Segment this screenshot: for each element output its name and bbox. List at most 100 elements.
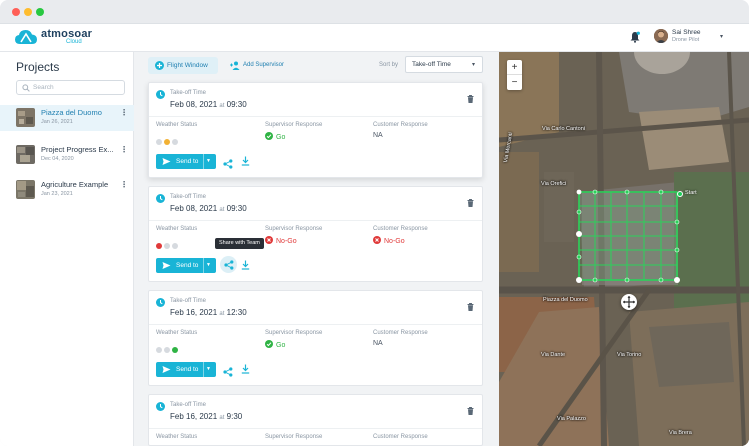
send-to-dropdown-icon[interactable]: ▼	[206, 158, 211, 164]
takeoff-datetime: Feb 16, 2021 at 12:30	[170, 308, 247, 317]
takeoff-date: Feb 16, 2021	[170, 308, 218, 317]
project-name: Agriculture Example	[41, 180, 109, 189]
customer-response: NA	[373, 340, 383, 347]
plus-circle-icon	[155, 61, 164, 70]
close-window-button[interactable]	[12, 8, 20, 16]
flight-list-panel: Flight Window Add Supervisor Sort by Tak…	[134, 52, 499, 446]
download-icon[interactable]	[241, 364, 250, 374]
project-item-piazza-del-duomo[interactable]: Piazza del Duomo Jan 26, 2021 ⋮	[0, 105, 134, 131]
delete-trash-icon[interactable]	[467, 407, 474, 415]
map-zoom-control: + −	[507, 60, 522, 90]
project-thumbnail	[16, 145, 35, 164]
supervisor-response: No-Go	[265, 236, 297, 245]
supervisor-response-value: No-Go	[276, 238, 297, 245]
weather-status-label: Weather Status	[156, 330, 198, 336]
search-icon	[22, 84, 30, 92]
takeoff-time: 12:30	[226, 308, 247, 317]
supervisor-response-value: Go	[276, 342, 286, 349]
avatar-image-icon	[654, 29, 668, 43]
window-titlebar	[0, 0, 749, 24]
project-date: Jan 23, 2021	[41, 191, 73, 197]
send-to-button[interactable]: Send to ▼	[156, 362, 216, 377]
takeoff-time-label: Take-off Time	[170, 402, 206, 408]
project-item-progress-example[interactable]: Project Progress Ex... Dec 04, 2020 ⋮	[0, 142, 134, 168]
flight-card: Take-off Time Feb 08, 2021 at 09:30 Weat…	[148, 186, 483, 282]
project-more-icon[interactable]: ⋮	[120, 108, 128, 117]
check-circle-icon	[265, 132, 273, 140]
search-placeholder: Search	[33, 84, 54, 91]
flight-window-label: Flight Window	[167, 62, 208, 69]
user-menu-caret-icon[interactable]: ▾	[720, 33, 723, 40]
clock-icon	[156, 90, 165, 99]
send-to-label: Send to	[176, 158, 199, 165]
satellite-imagery	[499, 52, 749, 446]
x-circle-icon	[265, 236, 273, 244]
takeoff-time: 09:30	[226, 100, 247, 109]
project-search-input[interactable]: Search	[16, 80, 125, 95]
delete-trash-icon[interactable]	[467, 95, 474, 103]
weather-light	[156, 243, 162, 249]
projects-sidebar: Projects Search Piazza del Duomo Jan 26,…	[0, 52, 134, 446]
minimize-window-button[interactable]	[24, 8, 32, 16]
weather-status-label: Weather Status	[156, 122, 198, 128]
send-to-button[interactable]: Send to ▼	[156, 154, 216, 169]
project-more-icon[interactable]: ⋮	[120, 180, 128, 189]
card-divider	[149, 116, 482, 117]
share-button[interactable]	[220, 256, 237, 273]
zoom-in-button[interactable]: +	[507, 60, 522, 75]
takeoff-time-label: Take-off Time	[170, 298, 206, 304]
takeoff-time: 9:30	[226, 412, 243, 421]
supervisor-response-label: Supervisor Response	[265, 122, 323, 128]
top-app-bar: atmosoar Cloud Sai Shree Drone Pilot ▾	[0, 24, 749, 52]
customer-response-value: NA	[373, 340, 383, 347]
send-plane-icon	[162, 366, 171, 373]
takeoff-time-label: Take-off Time	[170, 194, 206, 200]
weather-light	[156, 139, 162, 145]
maximize-window-button[interactable]	[36, 8, 44, 16]
customer-response-value: NA	[373, 132, 383, 139]
share-button[interactable]	[223, 364, 233, 377]
sort-by-select[interactable]: Take-off Time ▾	[405, 56, 483, 73]
at-label: at	[219, 207, 225, 213]
delete-trash-icon[interactable]	[467, 303, 474, 311]
download-icon[interactable]	[241, 260, 250, 270]
takeoff-time: 09:30	[226, 204, 247, 213]
satellite-map[interactable]: + − Via Carlo Cantoni Via Mercanti Via O…	[499, 52, 749, 446]
delete-trash-icon[interactable]	[467, 199, 474, 207]
project-item-agriculture-example[interactable]: Agriculture Example Jan 23, 2021 ⋮	[0, 177, 134, 203]
brand-subtitle: Cloud	[66, 39, 82, 45]
zoom-out-button[interactable]: −	[507, 75, 522, 90]
add-person-icon	[230, 61, 240, 70]
customer-response-label: Customer Response	[373, 122, 428, 128]
split-divider	[203, 362, 204, 377]
add-supervisor-button[interactable]: Add Supervisor	[229, 57, 289, 74]
sort-by-value: Take-off Time	[412, 61, 451, 68]
sidebar-title: Projects	[16, 60, 60, 74]
flight-card: Take-off Time Feb 16, 2021 at 12:30 Weat…	[148, 290, 483, 386]
send-plane-icon	[162, 158, 171, 165]
weather-light	[172, 139, 178, 145]
chevron-down-icon: ▾	[472, 62, 476, 68]
send-to-button[interactable]: Send to ▼	[156, 258, 216, 273]
supervisor-response-value: Go	[276, 134, 286, 141]
card-divider	[149, 428, 482, 429]
supervisor-response-label: Supervisor Response	[265, 434, 323, 440]
move-area-handle[interactable]	[621, 294, 637, 310]
weather-status-indicator	[156, 132, 180, 145]
at-label: at	[219, 311, 225, 317]
weather-light	[172, 347, 178, 353]
share-button[interactable]	[223, 156, 233, 169]
user-avatar[interactable]	[654, 29, 668, 43]
x-circle-icon	[373, 236, 381, 244]
send-to-dropdown-icon[interactable]: ▼	[206, 366, 211, 372]
notification-bell-icon[interactable]	[629, 31, 641, 43]
tab-flight-window[interactable]: Flight Window	[148, 57, 218, 74]
download-icon[interactable]	[241, 156, 250, 166]
send-to-dropdown-icon[interactable]: ▼	[206, 262, 211, 268]
response-status-icon	[373, 236, 381, 244]
add-supervisor-label: Add Supervisor	[243, 62, 285, 68]
map-street-label: Via Dante	[541, 352, 566, 358]
project-more-icon[interactable]: ⋮	[120, 145, 128, 154]
at-label: at	[219, 103, 225, 109]
takeoff-date: Feb 08, 2021	[170, 204, 218, 213]
